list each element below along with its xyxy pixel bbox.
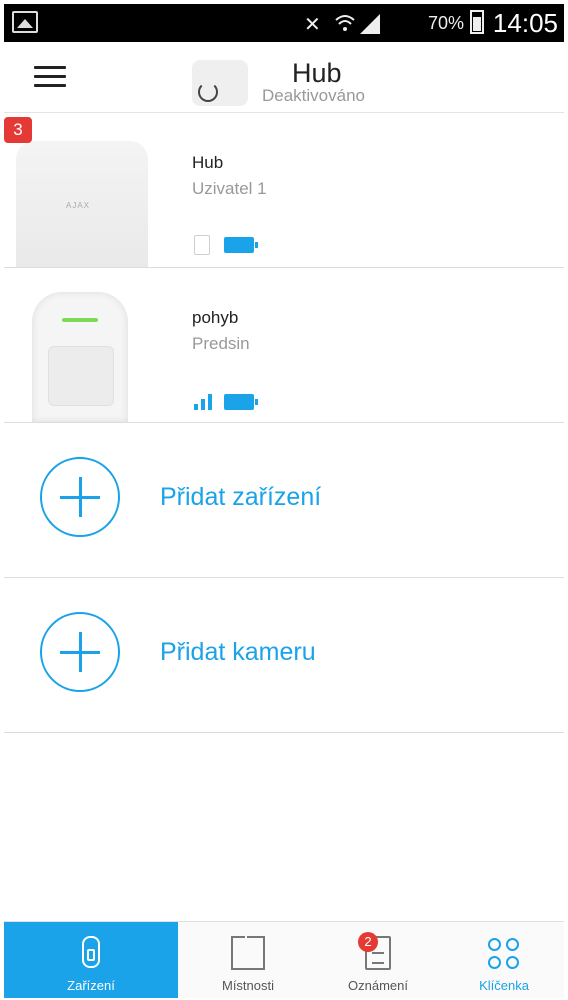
battery-level-icon [224,394,258,410]
tab-label: Klíčenka [479,978,529,993]
tab-rooms[interactable]: Místnosti [178,922,318,998]
sim-card-icon [194,235,210,255]
status-bar: ✕ 70% 14:05 [4,4,564,42]
menu-icon[interactable] [34,66,66,88]
device-name: Hub [192,153,224,172]
sensor-lens [48,346,114,406]
device-room: Predsin [192,334,250,353]
app-frame: ✕ 70% 14:05 Hub Deaktivováno 3 AJAX Hub … [4,4,564,998]
tab-notifications[interactable]: 2 Oznámení [308,922,448,998]
wifi-icon [334,12,356,34]
brand-logo: AJAX [66,201,91,210]
signal-strength-icon [194,394,216,410]
hub-device-image: AJAX [16,141,148,267]
bottom-navigation: Zařízení Místnosti 2 Oznámení Klíčenka [4,921,564,998]
tab-label: Oznámení [348,978,408,993]
device-icon [82,936,100,968]
tab-label: Místnosti [221,978,274,993]
motion-sensor-image [32,292,128,422]
notification-count-badge: 2 [358,932,378,952]
hub-status: Deaktivováno [262,86,366,105]
gallery-icon [12,11,38,33]
mute-icon: ✕ [304,14,321,36]
add-camera-label: Přidat kameru [160,638,316,666]
device-row-hub[interactable]: 3 AJAX Hub Uzivatel 1 [4,113,564,268]
hub-logo-icon[interactable] [192,60,248,106]
app-header: Hub Deaktivováno [4,42,564,113]
tab-devices[interactable]: Zařízení [4,922,178,998]
device-row-motion[interactable]: pohyb Predsin [4,268,564,423]
tab-keyfob[interactable]: Klíčenka [434,922,564,998]
cell-signal-icon [360,14,380,34]
battery-percent: 70% [427,13,464,33]
device-name: pohyb [192,308,239,327]
add-device-button[interactable]: Přidat zařízení [4,423,564,578]
spinner-icon [198,82,218,102]
status-icons: ✕ [304,12,404,36]
battery-level-icon [224,237,258,253]
tab-label: Zařízení [67,978,115,993]
sensor-led [62,318,98,322]
alert-count-badge: 3 [4,117,32,143]
clock: 14:05 [492,8,558,38]
plus-circle-icon [40,612,120,692]
hub-title: Hub [292,58,342,88]
device-room: Uzivatel 1 [192,179,267,198]
battery-icon [470,10,484,34]
floorplan-icon [231,936,265,970]
plus-circle-icon [40,457,120,537]
keyfob-icon [486,936,522,972]
add-camera-button[interactable]: Přidat kameru [4,578,564,733]
add-device-label: Přidat zařízení [160,483,322,511]
